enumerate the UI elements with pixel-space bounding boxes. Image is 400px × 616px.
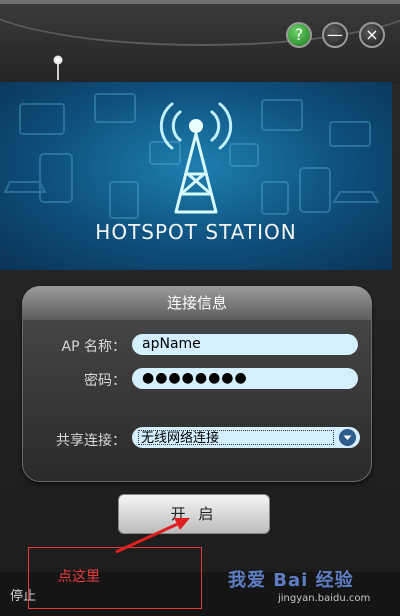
password-input[interactable]: ●●●●●●●● (132, 368, 358, 389)
annotation-text: 点这里 (58, 569, 100, 585)
watermark-url: jingyan.baidu.com (278, 593, 371, 604)
hotspot-banner: HOTSPOT STATION (0, 82, 392, 270)
minimize-button[interactable]: — (322, 22, 348, 48)
antenna-icon (53, 55, 63, 80)
chevron-down-icon (339, 429, 356, 446)
app-window: ? — × HOTSPOT STATION 连接信息 AP 名称： apName… (0, 0, 400, 616)
annotation-box (28, 547, 202, 609)
share-connection-value: 无线网络连接 (138, 430, 334, 446)
annotation-arrow-icon (115, 518, 190, 554)
close-button[interactable]: × (359, 22, 385, 48)
baidu-watermark: 我爱 Bai 经验 jingyan.baidu.com (220, 566, 400, 616)
banner-title: HOTSPOT STATION (95, 220, 297, 244)
panel-title: 连接信息 (22, 286, 372, 320)
watermark-text: 我爱 Bai 经验 (228, 570, 354, 591)
ap-name-input[interactable]: apName (132, 334, 358, 355)
share-connection-label: 共享连接： (56, 433, 126, 449)
help-button[interactable]: ? (286, 22, 312, 48)
share-connection-select[interactable]: 无线网络连接 (132, 427, 360, 448)
ap-name-label: AP 名称： (61, 339, 126, 355)
password-label: 密码： (84, 373, 126, 389)
